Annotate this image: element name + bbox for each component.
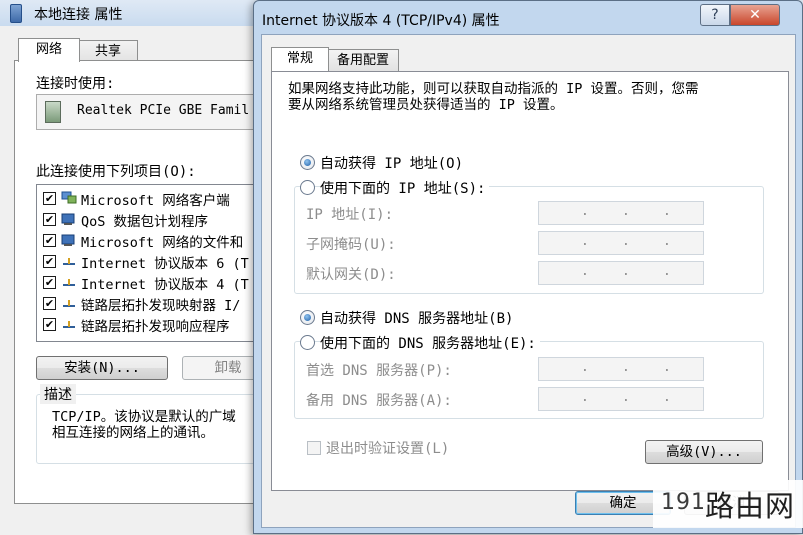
checkbox[interactable]: ✔ [43,318,56,331]
ip-address-field[interactable]: . . . [538,201,704,225]
dns-auto-label[interactable]: 自动获得 DNS 服务器地址(B) [320,308,513,328]
checkbox[interactable]: ✔ [43,192,56,205]
ip-dot: . [581,234,589,249]
list-item-label: Microsoft 网络的文件和 [81,235,244,251]
site-watermark: 191 路由网 [653,480,803,528]
items-label: 此连接使用下列项目(O): [36,164,196,180]
file-sharing-icon [61,234,75,246]
description-title: 描述 [40,384,76,404]
ip-dot: . [622,204,630,219]
watermark-text: 路由网 [705,489,796,523]
list-item-label: 链路层拓扑发现响应程序 [81,319,230,335]
ip-manual-label[interactable]: 使用下面的 IP 地址(S): [320,178,490,198]
dialog-title: Internet 协议版本 4 (TCP/IPv4) 属性 [262,13,500,29]
ip-dot: . [663,390,671,405]
dns-manual-label[interactable]: 使用下面的 DNS 服务器地址(E): [320,333,540,353]
checkbox[interactable]: ✔ [43,297,56,310]
preferred-dns-label: 首选 DNS 服务器(P): [306,363,452,379]
list-item-label: Internet 协议版本 4 (T [81,277,249,293]
adapter-icon [45,101,61,123]
items-list[interactable]: ✔ Microsoft 网络客户端 ✔ QoS 数据包计划程序 ✔ Micros… [36,184,268,342]
list-item-label: QoS 数据包计划程序 [81,214,209,230]
intro-line-2: 要从网络系统管理员处获得适当的 IP 设置。 [288,97,564,113]
protocol-icon [63,279,75,286]
ip-dot: . [581,360,589,375]
ip-dot: . [622,390,630,405]
description-line-2: 相互连接的网络上的通讯。 [52,425,214,441]
tab-network[interactable]: 网络 [18,38,80,62]
ip-dot: . [663,234,671,249]
intro-text: 如果网络支持此功能，则可以获取自动指派的 IP 设置。否则，您需 要从网络系统管… [288,81,699,113]
checkbox[interactable]: ✔ [43,255,56,268]
ip-dot: . [663,360,671,375]
help-icon[interactable]: ? [700,4,730,26]
ip-dot: . [663,204,671,219]
gateway-field[interactable]: . . . [538,261,704,285]
advanced-button[interactable]: 高级(V)... [645,440,763,464]
subnet-mask-label: 子网掩码(U): [306,237,396,253]
gateway-label: 默认网关(D): [306,267,396,283]
alternate-dns-label: 备用 DNS 服务器(A): [306,393,452,409]
ip-auto-radio[interactable] [300,155,315,170]
ip-auto-label[interactable]: 自动获得 IP 地址(O) [320,153,463,173]
adapter-name: Realtek PCIe GBE Famil [77,103,250,118]
preferred-dns-field[interactable]: . . . [538,357,704,381]
adapter-field: Realtek PCIe GBE Famil [36,94,268,130]
alternate-dns-field[interactable]: . . . [538,387,704,411]
ip-dot: . [622,264,630,279]
connect-using-label: 连接时使用: [36,76,115,92]
ip-dot: . [622,360,630,375]
dns-manual-radio[interactable] [300,335,315,350]
intro-line-1: 如果网络支持此功能，则可以获取自动指派的 IP 设置。否则，您需 [288,81,699,97]
tab-sharing[interactable]: 共享 [78,40,138,62]
list-item-label: 链路层拓扑发现映射器 I/ [81,298,241,314]
protocol-icon [63,321,75,328]
close-icon[interactable]: ✕ [730,4,780,26]
protocol-icon [63,258,75,265]
checkbox[interactable]: ✔ [43,276,56,289]
ip-dot: . [622,234,630,249]
watermark-number: 191 [661,490,706,515]
checkbox[interactable]: ✔ [43,213,56,226]
install-button[interactable]: 安装(N)... [36,356,168,380]
validate-on-exit-label[interactable]: 退出时验证设置(L) [326,438,449,458]
ip-address-label: IP 地址(I): [306,207,394,223]
ip-manual-radio[interactable] [300,180,315,195]
subnet-mask-field[interactable]: . . . [538,231,704,255]
list-item-label: Internet 协议版本 6 (T [81,256,249,272]
list-item-label: Microsoft 网络客户端 [81,193,230,209]
ip-dot: . [663,264,671,279]
checkbox[interactable]: ✔ [43,234,56,247]
protocol-icon [63,300,75,307]
validate-on-exit-checkbox[interactable] [307,441,321,455]
ip-dot: . [581,390,589,405]
ip-dot: . [581,204,589,219]
qos-icon [61,213,75,225]
network-client-icon [61,191,77,204]
tab-general[interactable]: 常规 [271,47,329,71]
dns-auto-radio[interactable] [300,310,315,325]
network-adapter-icon [10,4,22,23]
back-window-title: 本地连接 属性 [34,7,123,23]
ip-dot: . [581,264,589,279]
tab-alternate-config[interactable]: 备用配置 [327,49,399,71]
